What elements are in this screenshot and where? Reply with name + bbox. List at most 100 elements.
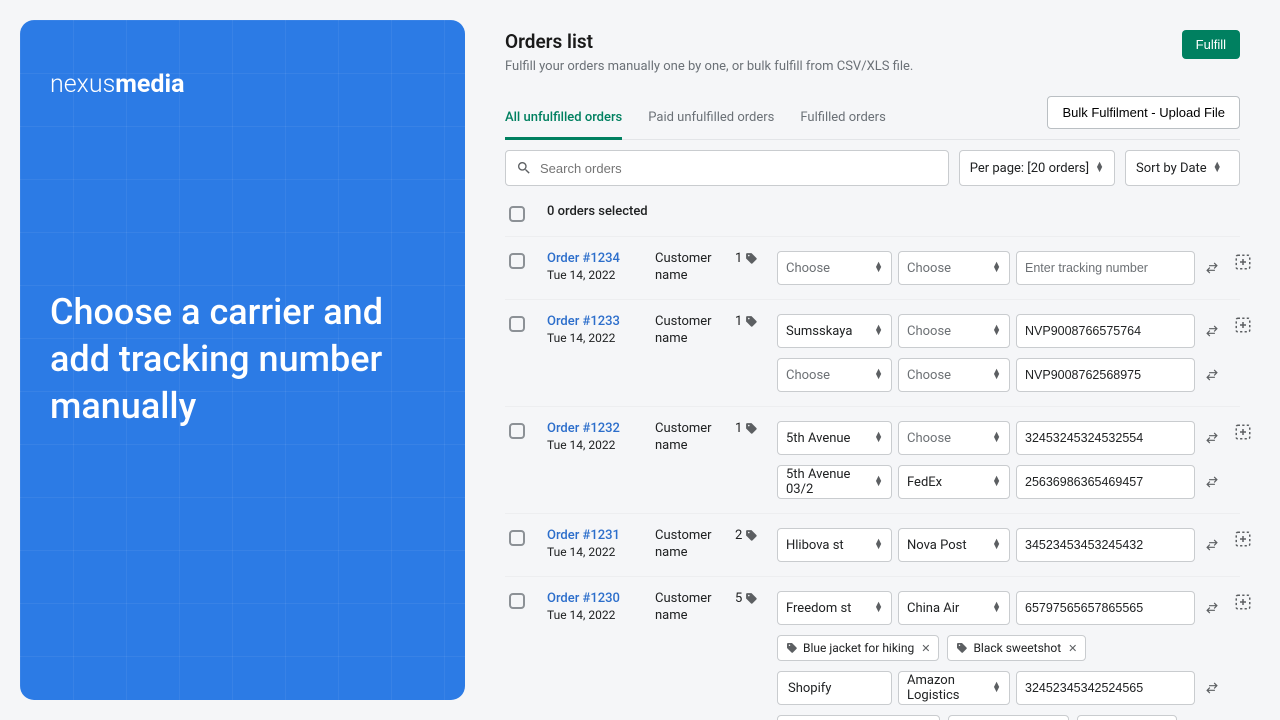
tag-remove-icon[interactable]: ✕ (921, 642, 930, 655)
product-tag[interactable]: Blue jacket for hiking✕ (777, 635, 939, 661)
page-subtitle: Fulfill your orders manually one by one,… (505, 59, 913, 74)
selected-count: 0 orders selected (547, 204, 648, 219)
fulfillment-line: Hlibova st▲▼Nova Post▲▼ (777, 528, 1223, 562)
product-tag[interactable]: Leather shoes - 3696✕ (777, 715, 940, 720)
qty-badge: 2 (735, 528, 769, 543)
order-date: Tue 14, 2022 (547, 438, 647, 452)
swap-icon[interactable] (1201, 257, 1223, 279)
carrier-select[interactable]: China Air▲▼ (898, 591, 1010, 625)
order-row: Order #1231 Tue 14, 2022 Customername 2 Hli… (505, 514, 1240, 577)
swap-icon[interactable] (1201, 471, 1223, 493)
row-checkbox[interactable] (509, 423, 525, 439)
add-line-button[interactable] (1232, 421, 1254, 443)
customer-name: Customername (655, 314, 727, 348)
address-select[interactable]: 5th Avenue▲▼ (777, 421, 892, 455)
search-input-wrap[interactable] (505, 150, 949, 186)
carrier-select[interactable]: FedEx▲▼ (898, 465, 1010, 499)
order-row: Order #1232 Tue 14, 2022 Customername 1 5th… (505, 407, 1240, 514)
fulfillment-line: Choose▲▼Choose▲▼ (777, 358, 1223, 392)
bulk-upload-button[interactable]: Bulk Fulfilment - Upload File (1047, 96, 1240, 129)
tags-line: Leather shoes - 3696✕ T-shirt - 2569✕ Hat-… (777, 715, 1223, 720)
order-row: Order #1233 Tue 14, 2022 Customername 1 Sum… (505, 300, 1240, 407)
add-line-button[interactable] (1232, 591, 1254, 613)
qty-badge: 5 (735, 591, 769, 606)
swap-icon[interactable] (1201, 320, 1223, 342)
carrier-select[interactable]: Choose▲▼ (898, 421, 1010, 455)
add-line-button[interactable] (1232, 251, 1254, 273)
tab-paid-unfulfilled[interactable]: Paid unfulfilled orders (648, 110, 774, 139)
tag-remove-icon[interactable]: ✕ (1068, 642, 1077, 655)
carrier-select[interactable]: Choose▲▼ (898, 314, 1010, 348)
carrier-select[interactable]: Nova Post▲▼ (898, 528, 1010, 562)
fulfillment-line: Freedom st▲▼China Air▲▼ (777, 591, 1223, 625)
qty-badge: 1 (735, 251, 769, 266)
select-all-checkbox[interactable] (509, 206, 525, 222)
tab-all-unfulfilled[interactable]: All unfulfilled orders (505, 110, 622, 140)
order-link[interactable]: Order #1234 (547, 251, 647, 266)
address-select[interactable]: Hlibova st▲▼ (777, 528, 892, 562)
swap-icon[interactable] (1201, 677, 1223, 699)
qty-badge: 1 (735, 421, 769, 436)
address-select[interactable]: 5th Avenue 03/2▲▼ (777, 465, 892, 499)
tracking-input[interactable] (1016, 314, 1195, 348)
address-select[interactable]: Sumsskaya▲▼ (777, 314, 892, 348)
tracking-input[interactable] (1016, 251, 1195, 285)
sort-select[interactable]: Sort by Date ▲▼ (1125, 150, 1240, 186)
add-line-button[interactable] (1232, 314, 1254, 336)
fulfill-button[interactable]: Fulfill (1182, 30, 1240, 59)
add-line-button[interactable] (1232, 528, 1254, 550)
fulfillment-line: 5th Avenue 03/2▲▼FedEx▲▼ (777, 465, 1223, 499)
fulfillment-line: ShopifyAmazon Logistics▲▼ (777, 671, 1223, 705)
customer-name: Customername (655, 591, 727, 625)
order-link[interactable]: Order #1232 (547, 421, 647, 436)
page-title: Orders list (505, 30, 913, 53)
address-select[interactable]: Freedom st▲▼ (777, 591, 892, 625)
tracking-input[interactable] (1016, 421, 1195, 455)
fulfillment-line: 5th Avenue▲▼Choose▲▼ (777, 421, 1223, 455)
address-static: Shopify (777, 671, 892, 705)
tracking-input[interactable] (1016, 465, 1195, 499)
qty-badge: 1 (735, 314, 769, 329)
tracking-input[interactable] (1016, 671, 1195, 705)
tracking-input[interactable] (1016, 358, 1195, 392)
address-select[interactable]: Choose▲▼ (777, 251, 892, 285)
select-all-row: 0 orders selected (505, 200, 1240, 237)
swap-icon[interactable] (1201, 597, 1223, 619)
row-checkbox[interactable] (509, 593, 525, 609)
tags-line: Blue jacket for hiking✕ Black sweetshot✕ (777, 635, 1223, 661)
order-link[interactable]: Order #1231 (547, 528, 647, 543)
carrier-select[interactable]: Choose▲▼ (898, 358, 1010, 392)
product-tag[interactable]: T-shirt - 2569✕ (948, 715, 1069, 720)
row-checkbox[interactable] (509, 316, 525, 332)
tracking-input[interactable] (1016, 528, 1195, 562)
main-content: Orders list Fulfill your orders manually… (465, 0, 1280, 720)
swap-icon[interactable] (1201, 534, 1223, 556)
row-checkbox[interactable] (509, 530, 525, 546)
order-row: Order #1230Tue 14, 2022Customername5 Fre… (505, 577, 1240, 720)
tab-fulfilled[interactable]: Fulfilled orders (800, 110, 885, 139)
search-input[interactable] (540, 161, 938, 176)
row-checkbox[interactable] (509, 253, 525, 269)
fulfillment-line: Sumsskaya▲▼Choose▲▼ (777, 314, 1223, 348)
swap-icon[interactable] (1201, 364, 1223, 386)
address-select[interactable]: Choose▲▼ (777, 358, 892, 392)
product-tag[interactable]: Black sweetshot✕ (947, 635, 1086, 661)
tabs: All unfulfilled orders Paid unfulfilled … (505, 110, 886, 139)
order-link[interactable]: Order #1233 (547, 314, 647, 329)
order-date: Tue 14, 2022 (547, 268, 647, 282)
customer-name: Customername (655, 421, 727, 455)
order-link[interactable]: Order #1230 (547, 591, 647, 606)
customer-name: Customername (655, 528, 727, 562)
order-date: Tue 14, 2022 (547, 545, 647, 559)
order-date: Tue 14, 2022 (547, 331, 647, 345)
promo-panel: nexusmedia Choose a carrier and add trac… (20, 20, 465, 700)
product-tag[interactable]: Hat-2654✕ (1077, 715, 1178, 720)
swap-icon[interactable] (1201, 427, 1223, 449)
headline-text: Choose a carrier and add tracking number… (50, 289, 435, 429)
carrier-select[interactable]: Amazon Logistics▲▼ (898, 671, 1010, 705)
per-page-select[interactable]: Per page: [20 orders] ▲▼ (959, 150, 1115, 186)
carrier-select[interactable]: Choose▲▼ (898, 251, 1010, 285)
order-row: Order #1234Tue 14, 2022Customername1 Cho… (505, 237, 1240, 300)
brand-logo: nexusmedia (50, 70, 435, 99)
tracking-input[interactable] (1016, 591, 1195, 625)
